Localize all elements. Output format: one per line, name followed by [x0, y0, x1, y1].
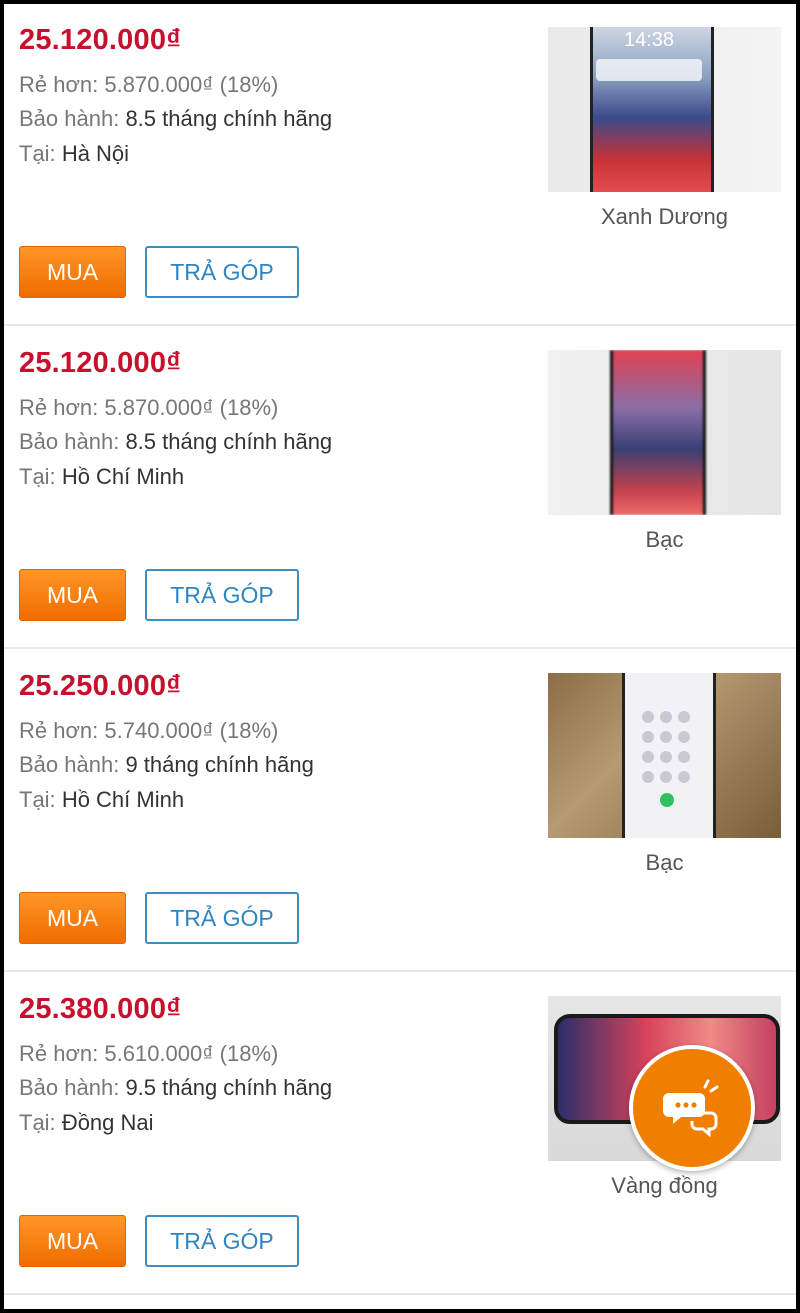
location-value: Hồ Chí Minh: [61, 787, 185, 812]
cheaper-value: 5.610.000₫ (18%): [104, 1041, 279, 1066]
chat-button[interactable]: [629, 1045, 755, 1171]
cheaper-label: Rẻ hơn:: [19, 718, 99, 743]
location-label: Tại:: [19, 787, 56, 812]
warranty-value: 8.5 tháng chính hãng: [125, 106, 333, 131]
cheaper-line: Rẻ hơn: 5.870.000₫ (18%): [19, 72, 278, 98]
warranty-line: Bảo hành: 8.5 tháng chính hãng: [19, 106, 332, 132]
listing-card: 25.250.000₫ Rẻ hơn: 5.740.000₫ (18%) Bảo…: [4, 650, 796, 972]
warranty-label: Bảo hành:: [19, 106, 120, 131]
call-icon: [660, 793, 674, 807]
keypad-key: [660, 771, 672, 783]
lockscreen-notification: [596, 59, 702, 81]
product-photo[interactable]: [548, 673, 781, 838]
cheaper-line: Rẻ hơn: 5.870.000₫ (18%): [19, 395, 278, 421]
location-line: Tại: Hồ Chí Minh: [19, 464, 184, 490]
buy-button[interactable]: MUA: [19, 892, 126, 944]
lockscreen-time: 14:38: [624, 29, 675, 51]
color-name: Vàng đồng: [611, 1173, 718, 1198]
installment-button[interactable]: TRẢ GÓP: [145, 246, 299, 298]
cheaper-line: Rẻ hơn: 5.740.000₫ (18%): [19, 718, 278, 744]
keypad-key: [678, 751, 690, 763]
keypad-key: [642, 751, 654, 763]
location-value: Đồng Nai: [61, 1110, 154, 1135]
chat-bubbles-icon: [663, 1079, 719, 1138]
keypad-key: [660, 731, 672, 743]
color-name: Bạc: [645, 527, 684, 552]
installment-button[interactable]: TRẢ GÓP: [145, 1215, 299, 1267]
buy-button[interactable]: MUA: [19, 569, 126, 621]
keypad-key: [660, 711, 672, 723]
cheaper-value: 5.870.000₫ (18%): [104, 72, 279, 97]
location-label: Tại:: [19, 464, 56, 489]
cheaper-line: Rẻ hơn: 5.610.000₫ (18%): [19, 1041, 278, 1067]
keypad-key: [678, 731, 690, 743]
warranty-line: Bảo hành: 8.5 tháng chính hãng: [19, 429, 332, 455]
listing-price: 25.380.000₫: [19, 993, 182, 1025]
cheaper-value: 5.870.000₫ (18%): [104, 395, 279, 420]
warranty-value: 9 tháng chính hãng: [125, 752, 314, 777]
listing-page: 25.120.000₫ Rẻ hơn: 5.870.000₫ (18%) Bảo…: [4, 4, 796, 1309]
buy-button[interactable]: MUA: [19, 1215, 126, 1267]
keypad-key: [660, 751, 672, 763]
keypad-key: [642, 771, 654, 783]
listing-price: 25.250.000₫: [19, 670, 182, 702]
phone-screen-image: [610, 350, 706, 515]
location-value: Hà Nội: [61, 141, 130, 166]
listing-card: 25.120.000₫ Rẻ hơn: 5.870.000₫ (18%) Bảo…: [4, 4, 796, 326]
location-value: Hồ Chí Minh: [61, 464, 185, 489]
keypad-key: [678, 711, 690, 723]
product-photo[interactable]: 14:38: [548, 27, 781, 192]
listing-price: 25.120.000₫: [19, 24, 182, 56]
cheaper-label: Rẻ hơn:: [19, 72, 99, 97]
warranty-label: Bảo hành:: [19, 429, 120, 454]
installment-button[interactable]: TRẢ GÓP: [145, 569, 299, 621]
location-label: Tại:: [19, 141, 56, 166]
product-photo[interactable]: [548, 350, 781, 515]
listing-price: 25.120.000₫: [19, 347, 182, 379]
keypad-key: [642, 731, 654, 743]
warranty-line: Bảo hành: 9 tháng chính hãng: [19, 752, 314, 778]
color-name: Bạc: [645, 850, 684, 875]
cheaper-label: Rẻ hơn:: [19, 395, 99, 420]
location-label: Tại:: [19, 1110, 56, 1135]
cheaper-label: Rẻ hơn:: [19, 1041, 99, 1066]
warranty-line: Bảo hành: 9.5 tháng chính hãng: [19, 1075, 332, 1101]
buy-button[interactable]: MUA: [19, 246, 126, 298]
color-name: Xanh Dương: [600, 204, 728, 229]
keypad-key: [642, 711, 654, 723]
cheaper-value: 5.740.000₫ (18%): [104, 718, 279, 743]
warranty-label: Bảo hành:: [19, 752, 120, 777]
warranty-label: Bảo hành:: [19, 1075, 120, 1100]
location-line: Tại: Đồng Nai: [19, 1110, 154, 1136]
location-line: Tại: Hà Nội: [19, 141, 129, 167]
listing-card: 25.120.000₫ Rẻ hơn: 5.870.000₫ (18%) Bảo…: [4, 327, 796, 649]
warranty-value: 8.5 tháng chính hãng: [125, 429, 333, 454]
keypad-key: [678, 771, 690, 783]
warranty-value: 9.5 tháng chính hãng: [125, 1075, 333, 1100]
installment-button[interactable]: TRẢ GÓP: [145, 892, 299, 944]
location-line: Tại: Hồ Chí Minh: [19, 787, 184, 813]
